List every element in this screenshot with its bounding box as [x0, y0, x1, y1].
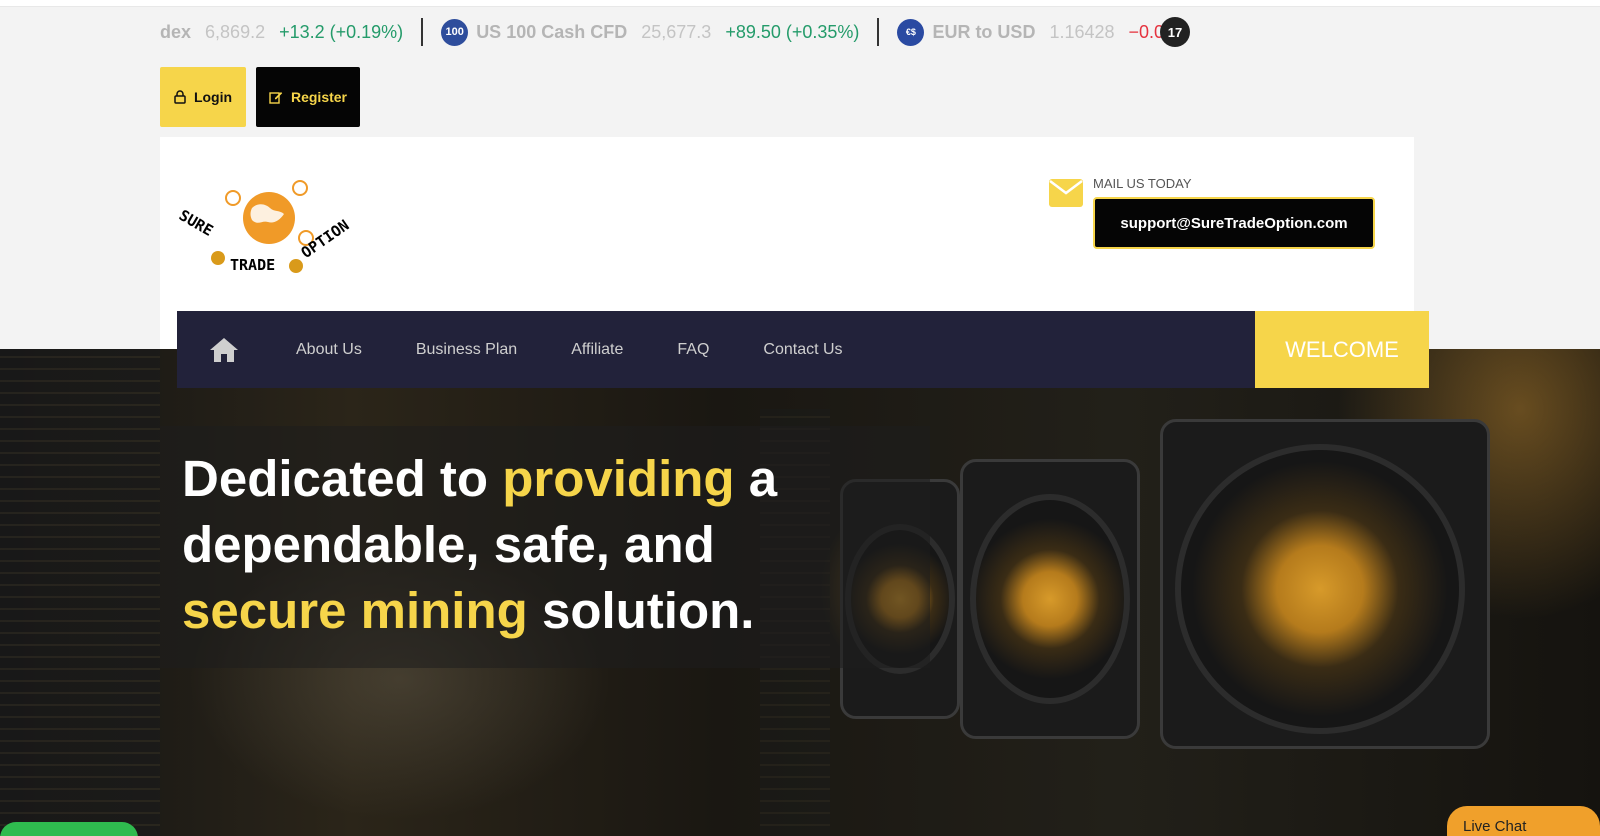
tradingview-badge-icon[interactable]: 17: [1160, 17, 1190, 47]
hero-highlight: secure mining: [182, 582, 528, 639]
nav-about-us[interactable]: About Us: [296, 341, 362, 359]
lock-icon: [174, 90, 186, 104]
nav-affiliate[interactable]: Affiliate: [571, 341, 623, 359]
ticker-name: dex: [160, 21, 192, 42]
hero-text: Dedicated to: [182, 450, 503, 507]
live-chat-button[interactable]: Live Chat: [1447, 806, 1600, 836]
logo-text: TRADE: [230, 256, 276, 274]
login-button[interactable]: Login: [160, 67, 246, 127]
whatsapp-widget[interactable]: [0, 822, 138, 836]
ticker-item[interactable]: dex 6,869.2 +13.2 (+0.19%): [160, 14, 403, 50]
edit-icon: [269, 90, 283, 104]
hero-heading: Dedicated to providing a dependable, saf…: [182, 446, 882, 644]
ticker-separator: [877, 18, 880, 46]
login-label: Login: [193, 89, 233, 105]
ticker-change: +13.2 (+0.19%): [279, 21, 404, 42]
ticker-item[interactable]: €$ EUR to USD 1.16428 −0.00: [897, 14, 1174, 50]
ticker-name: EUR to USD: [932, 21, 1036, 42]
hero-text: a: [734, 450, 778, 507]
ticker-separator: [421, 18, 424, 46]
us100-logo-icon: 100: [441, 18, 469, 46]
hero-text: solution.: [527, 582, 755, 639]
register-button[interactable]: Register: [256, 67, 360, 127]
server-rack: [0, 349, 160, 836]
site-logo[interactable]: SURE TRADE OPTION: [176, 178, 360, 278]
home-icon[interactable]: [209, 337, 239, 363]
ticker-change: +89.50 (+0.35%): [725, 21, 860, 42]
market-ticker[interactable]: dex 6,869.2 +13.2 (+0.19%) 100 US 100 Ca…: [160, 14, 1200, 50]
hero-text: dependable, safe, and: [182, 516, 715, 573]
nav-contact-us[interactable]: Contact Us: [763, 341, 842, 359]
envelope-icon: [1049, 179, 1083, 212]
cooling-fan: [970, 494, 1130, 704]
support-email-link[interactable]: support@SureTradeOption.com: [1093, 197, 1375, 249]
cooling-fan: [1175, 444, 1465, 734]
nav-faq[interactable]: FAQ: [677, 341, 709, 359]
ticker-price: 1.16428: [1049, 21, 1115, 42]
top-border: [0, 0, 1600, 7]
ticker-name: US 100 Cash CFD: [476, 21, 628, 42]
main-nav: About Us Business Plan Affiliate FAQ Con…: [177, 311, 1255, 388]
eur-usd-flag-icon: €$: [897, 18, 925, 46]
welcome-button[interactable]: WELCOME: [1255, 311, 1429, 388]
ticker-price: 25,677.3: [641, 21, 712, 42]
ticker-price: 6,869.2: [205, 21, 266, 42]
hero-highlight: providing: [502, 450, 735, 507]
register-label: Register: [290, 89, 348, 105]
mail-caption: MAIL US TODAY: [1093, 176, 1192, 191]
ticker-item[interactable]: 100 US 100 Cash CFD 25,677.3 +89.50 (+0.…: [441, 14, 859, 50]
nav-business-plan[interactable]: Business Plan: [416, 341, 517, 359]
